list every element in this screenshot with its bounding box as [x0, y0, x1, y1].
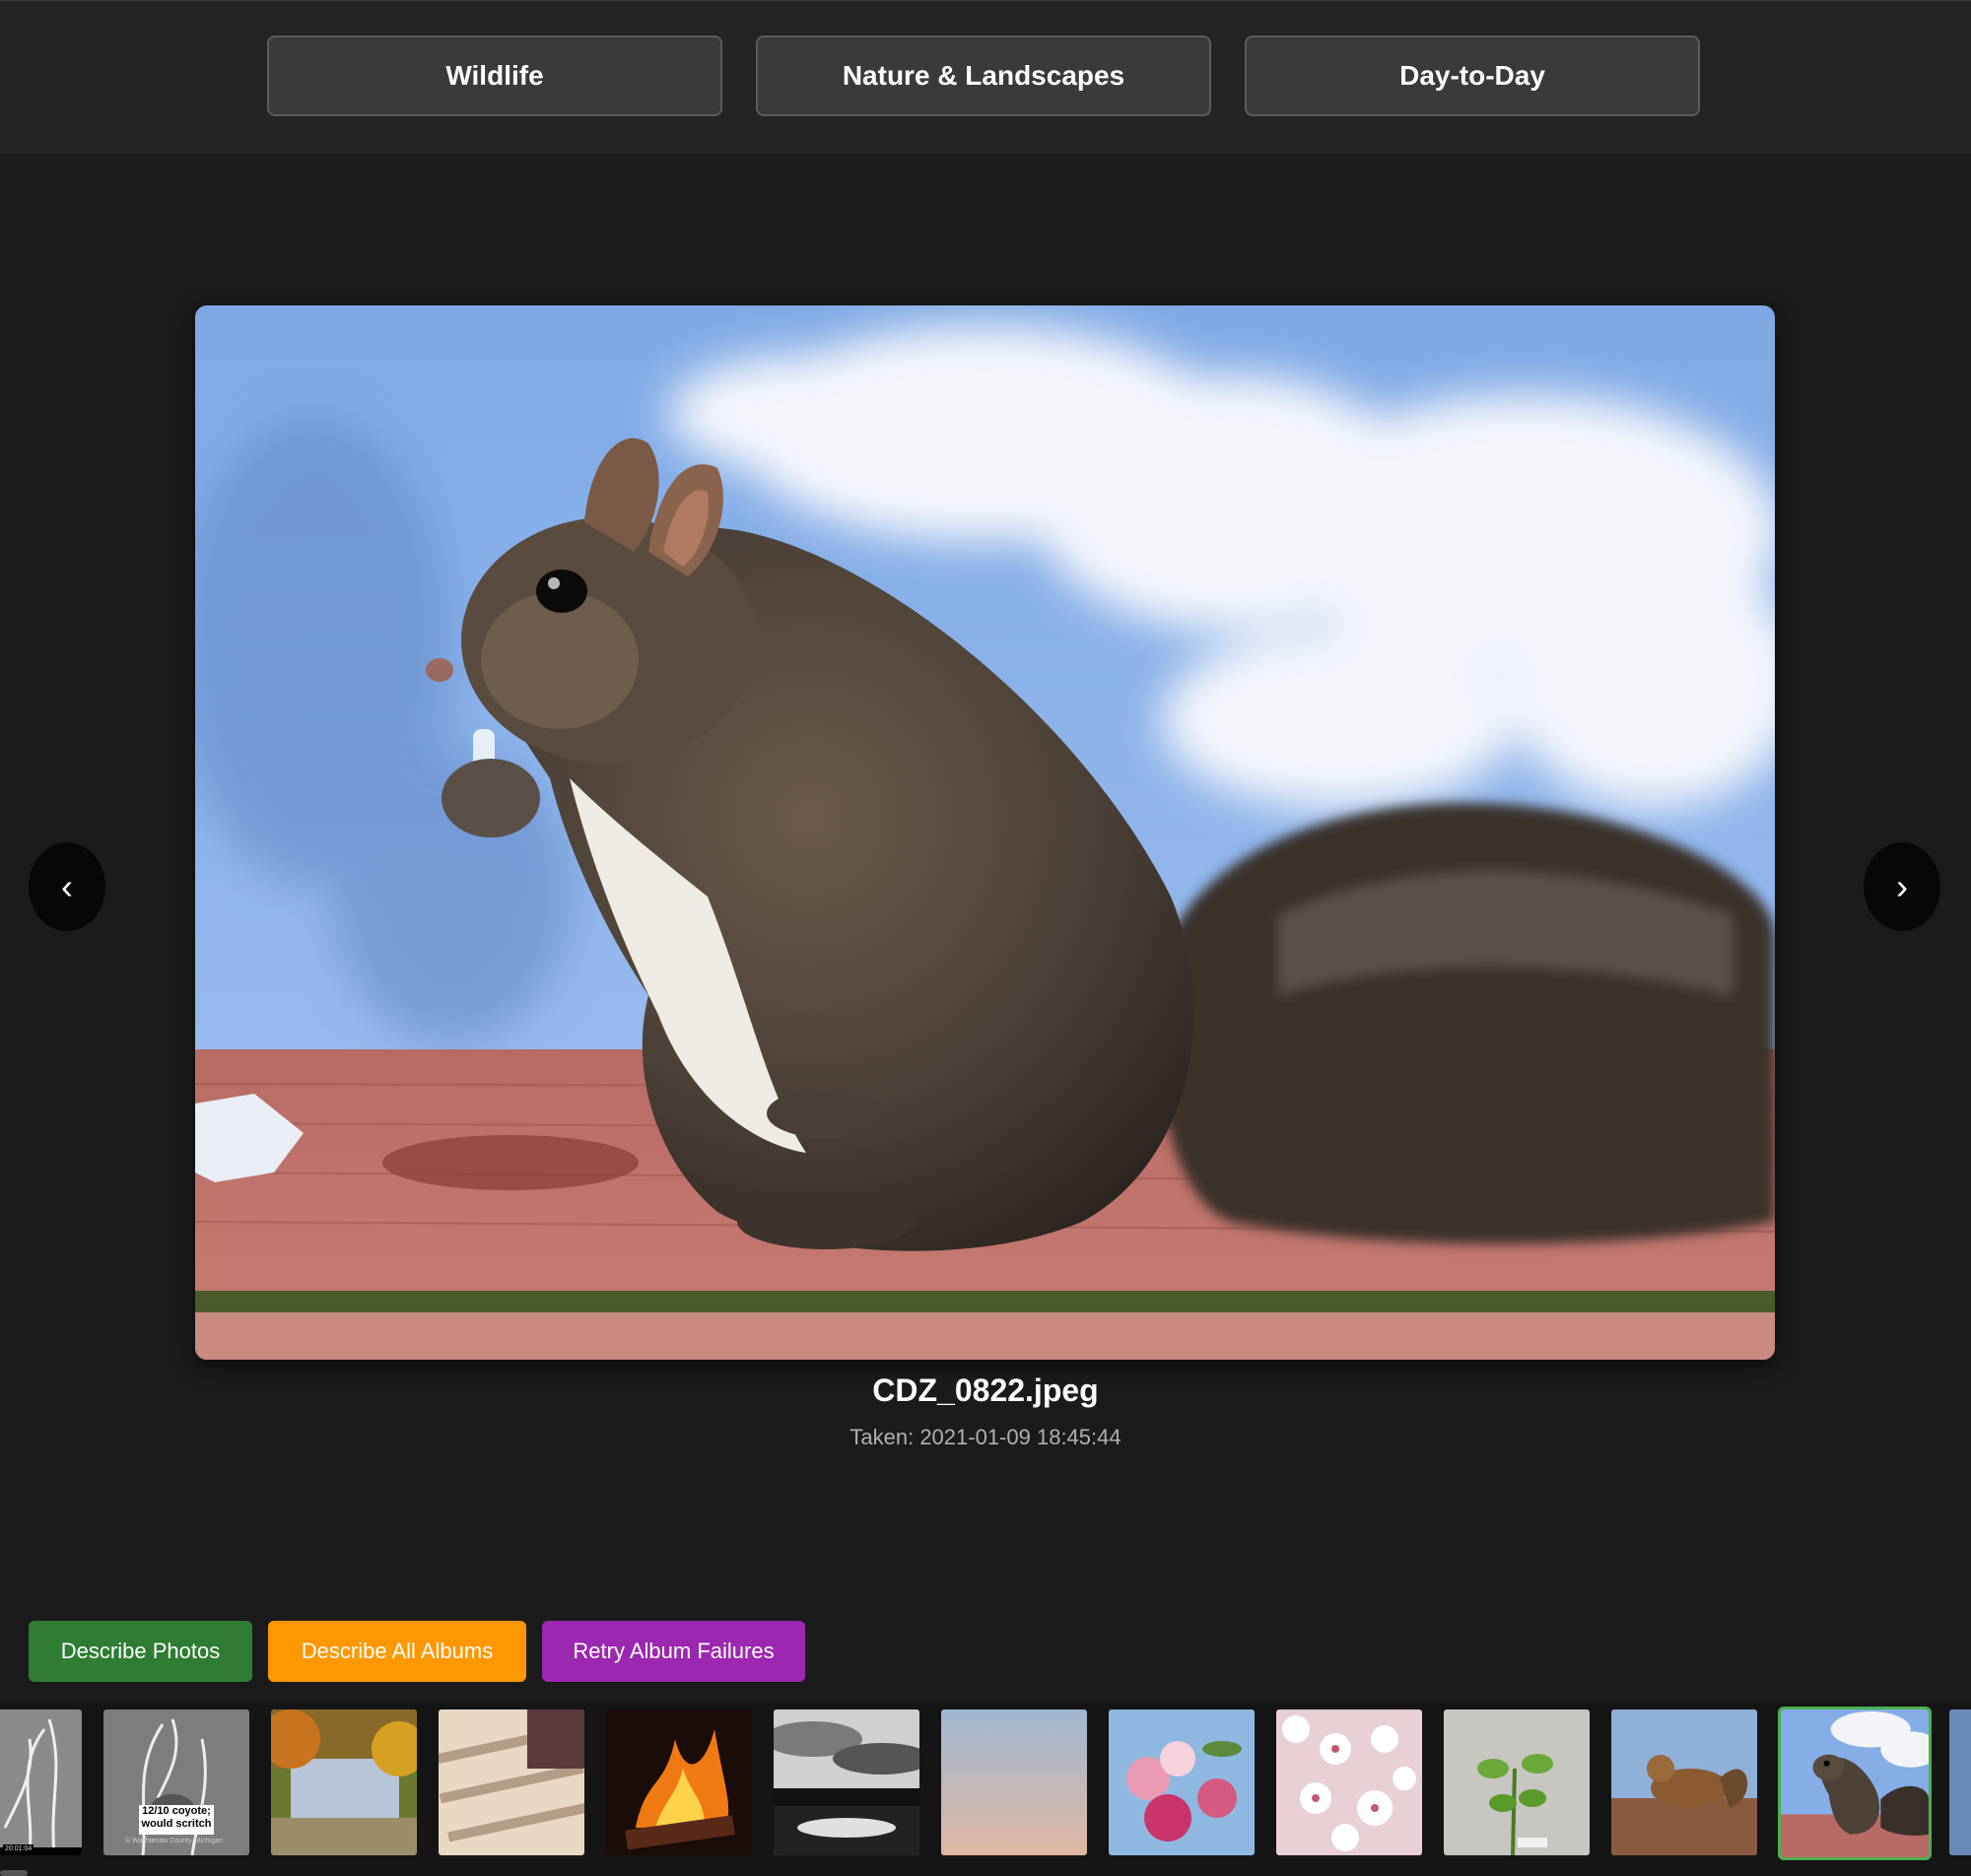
- album-wildlife-button[interactable]: Wildlife: [267, 35, 722, 116]
- chevron-left-icon: ‹: [61, 866, 73, 906]
- thumbnail-gray-squirrel-active[interactable]: [1778, 1707, 1932, 1860]
- main-photo: [195, 305, 1775, 1360]
- thumbnail-plant-sprout[interactable]: [1444, 1709, 1590, 1855]
- photo-taken-date: Taken: 2021-01-09 18:45:44: [850, 1425, 1121, 1449]
- album-nature-landscapes-button[interactable]: Nature & Landscapes: [756, 35, 1211, 116]
- thumbnail-next-partial[interactable]: [1949, 1709, 1971, 1855]
- thumbnail-window-shadows[interactable]: [439, 1709, 584, 1855]
- describe-all-albums-button[interactable]: Describe All Albums: [268, 1621, 526, 1682]
- thumbnail-autumn-lake[interactable]: [271, 1709, 417, 1855]
- thumbnail-campfire[interactable]: [606, 1709, 752, 1855]
- filmstrip[interactable]: 20:01:04 12/10 coyote; would scritch © W…: [0, 1700, 1971, 1876]
- previous-photo-button[interactable]: ‹: [29, 842, 105, 931]
- thumbnail-red-squirrel[interactable]: [1611, 1709, 1757, 1855]
- thumbnail-apple-blossoms[interactable]: [1109, 1709, 1255, 1855]
- thumbnail-dusk-sky[interactable]: [941, 1709, 1087, 1855]
- retry-album-failures-button[interactable]: Retry Album Failures: [542, 1621, 805, 1682]
- thumbnail-coyote[interactable]: 12/10 coyote; would scritch © Washtenaw …: [103, 1709, 249, 1855]
- filmstrip-scrollbar[interactable]: [0, 1870, 28, 1876]
- album-bar: Wildlife Nature & Landscapes Day-to-Day: [0, 0, 1971, 154]
- thumbnail-trailcam-1[interactable]: 20:01:04: [0, 1709, 82, 1855]
- describe-photos-button[interactable]: Describe Photos: [29, 1621, 252, 1682]
- next-photo-button[interactable]: ›: [1864, 842, 1940, 931]
- album-day-to-day-button[interactable]: Day-to-Day: [1245, 35, 1700, 116]
- chevron-right-icon: ›: [1896, 866, 1908, 906]
- coyote-location-label: © Washtenaw County, Michigan: [125, 1838, 223, 1844]
- trailcam-timestamp: 20:01:04: [3, 1844, 34, 1853]
- thumbnail-bw-landscape[interactable]: [774, 1709, 919, 1855]
- coyote-caption-label: 12/10 coyote; would scritch: [139, 1805, 214, 1835]
- thumbnail-cherry-blossoms[interactable]: [1276, 1709, 1422, 1855]
- photo-filename: CDZ_0822.jpeg: [872, 1373, 1099, 1408]
